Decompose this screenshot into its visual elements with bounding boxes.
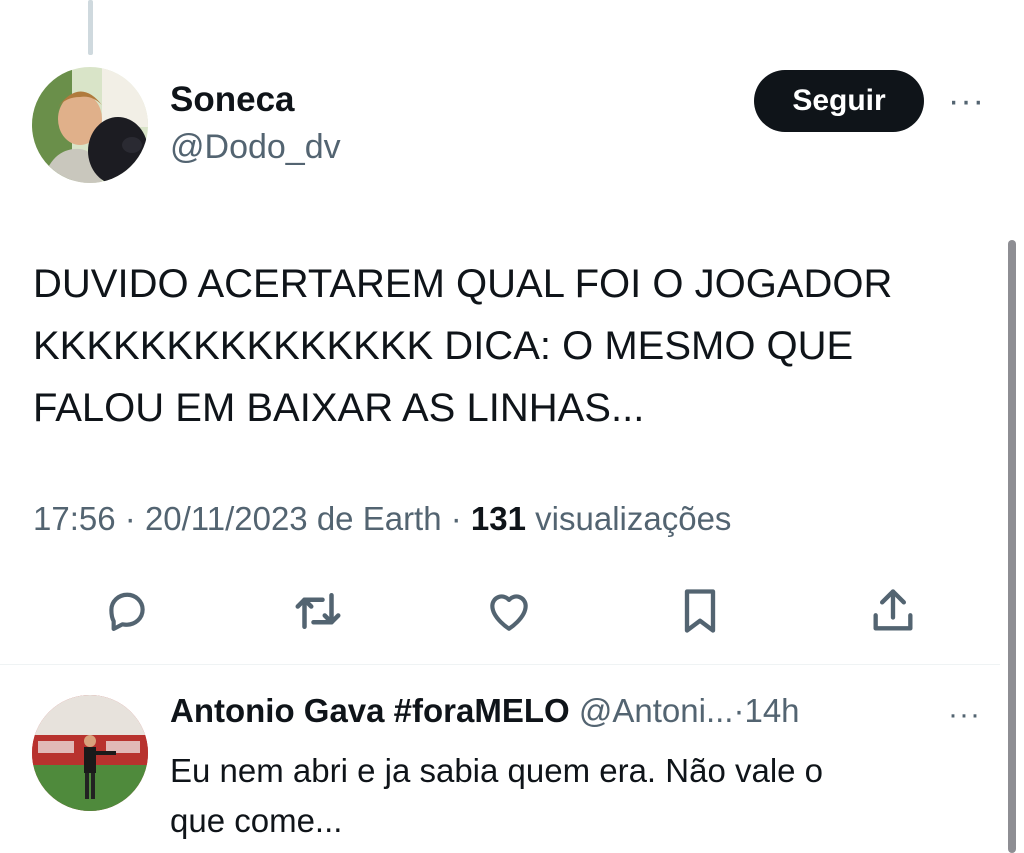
meta-separator: · bbox=[124, 500, 136, 537]
views-count: 131 bbox=[470, 500, 526, 537]
bookmark-icon[interactable] bbox=[673, 584, 727, 638]
tweet-meta: 17:56 · 20/11/2023 de Earth · 131 visual… bbox=[33, 500, 731, 538]
thread-connector-line bbox=[88, 0, 93, 55]
tweet-text: DUVIDO ACERTAREM QUAL FOI O JOGADOR KKKK… bbox=[33, 262, 893, 430]
reply-author-avatar[interactable] bbox=[32, 695, 148, 811]
divider bbox=[0, 664, 1000, 665]
views-label: visualizações bbox=[535, 500, 732, 537]
tweet-date[interactable]: 20/11/2023 bbox=[145, 500, 308, 537]
tweet-time[interactable]: 17:56 bbox=[33, 500, 116, 537]
reply-icon[interactable] bbox=[100, 584, 154, 638]
reply-header: Antonio Gava #foraMELO @Antoni...·14h bbox=[170, 692, 800, 730]
like-icon[interactable] bbox=[482, 584, 536, 638]
reply-author-handle[interactable]: @Antoni... bbox=[579, 692, 734, 729]
reply-author-name[interactable]: Antonio Gava #foraMELO bbox=[170, 692, 570, 729]
tweet-source: de Earth bbox=[316, 500, 442, 537]
author-avatar[interactable] bbox=[32, 67, 148, 183]
author-name[interactable]: Soneca bbox=[170, 80, 295, 120]
reply-more-options-icon[interactable]: ··· bbox=[948, 700, 981, 730]
follow-button[interactable]: Seguir bbox=[754, 70, 924, 132]
meta-separator: · bbox=[450, 500, 462, 537]
reply-text: Eu nem abri e ja sabia quem era. Não val… bbox=[170, 752, 824, 839]
retweet-icon[interactable] bbox=[291, 584, 345, 638]
scrollbar[interactable] bbox=[1008, 240, 1016, 853]
share-icon[interactable] bbox=[866, 584, 920, 638]
reply-separator: · bbox=[733, 692, 745, 729]
more-options-icon[interactable]: ··· bbox=[948, 84, 985, 118]
reply-time[interactable]: 14h bbox=[744, 692, 799, 729]
author-handle[interactable]: @Dodo_dv bbox=[170, 128, 341, 167]
